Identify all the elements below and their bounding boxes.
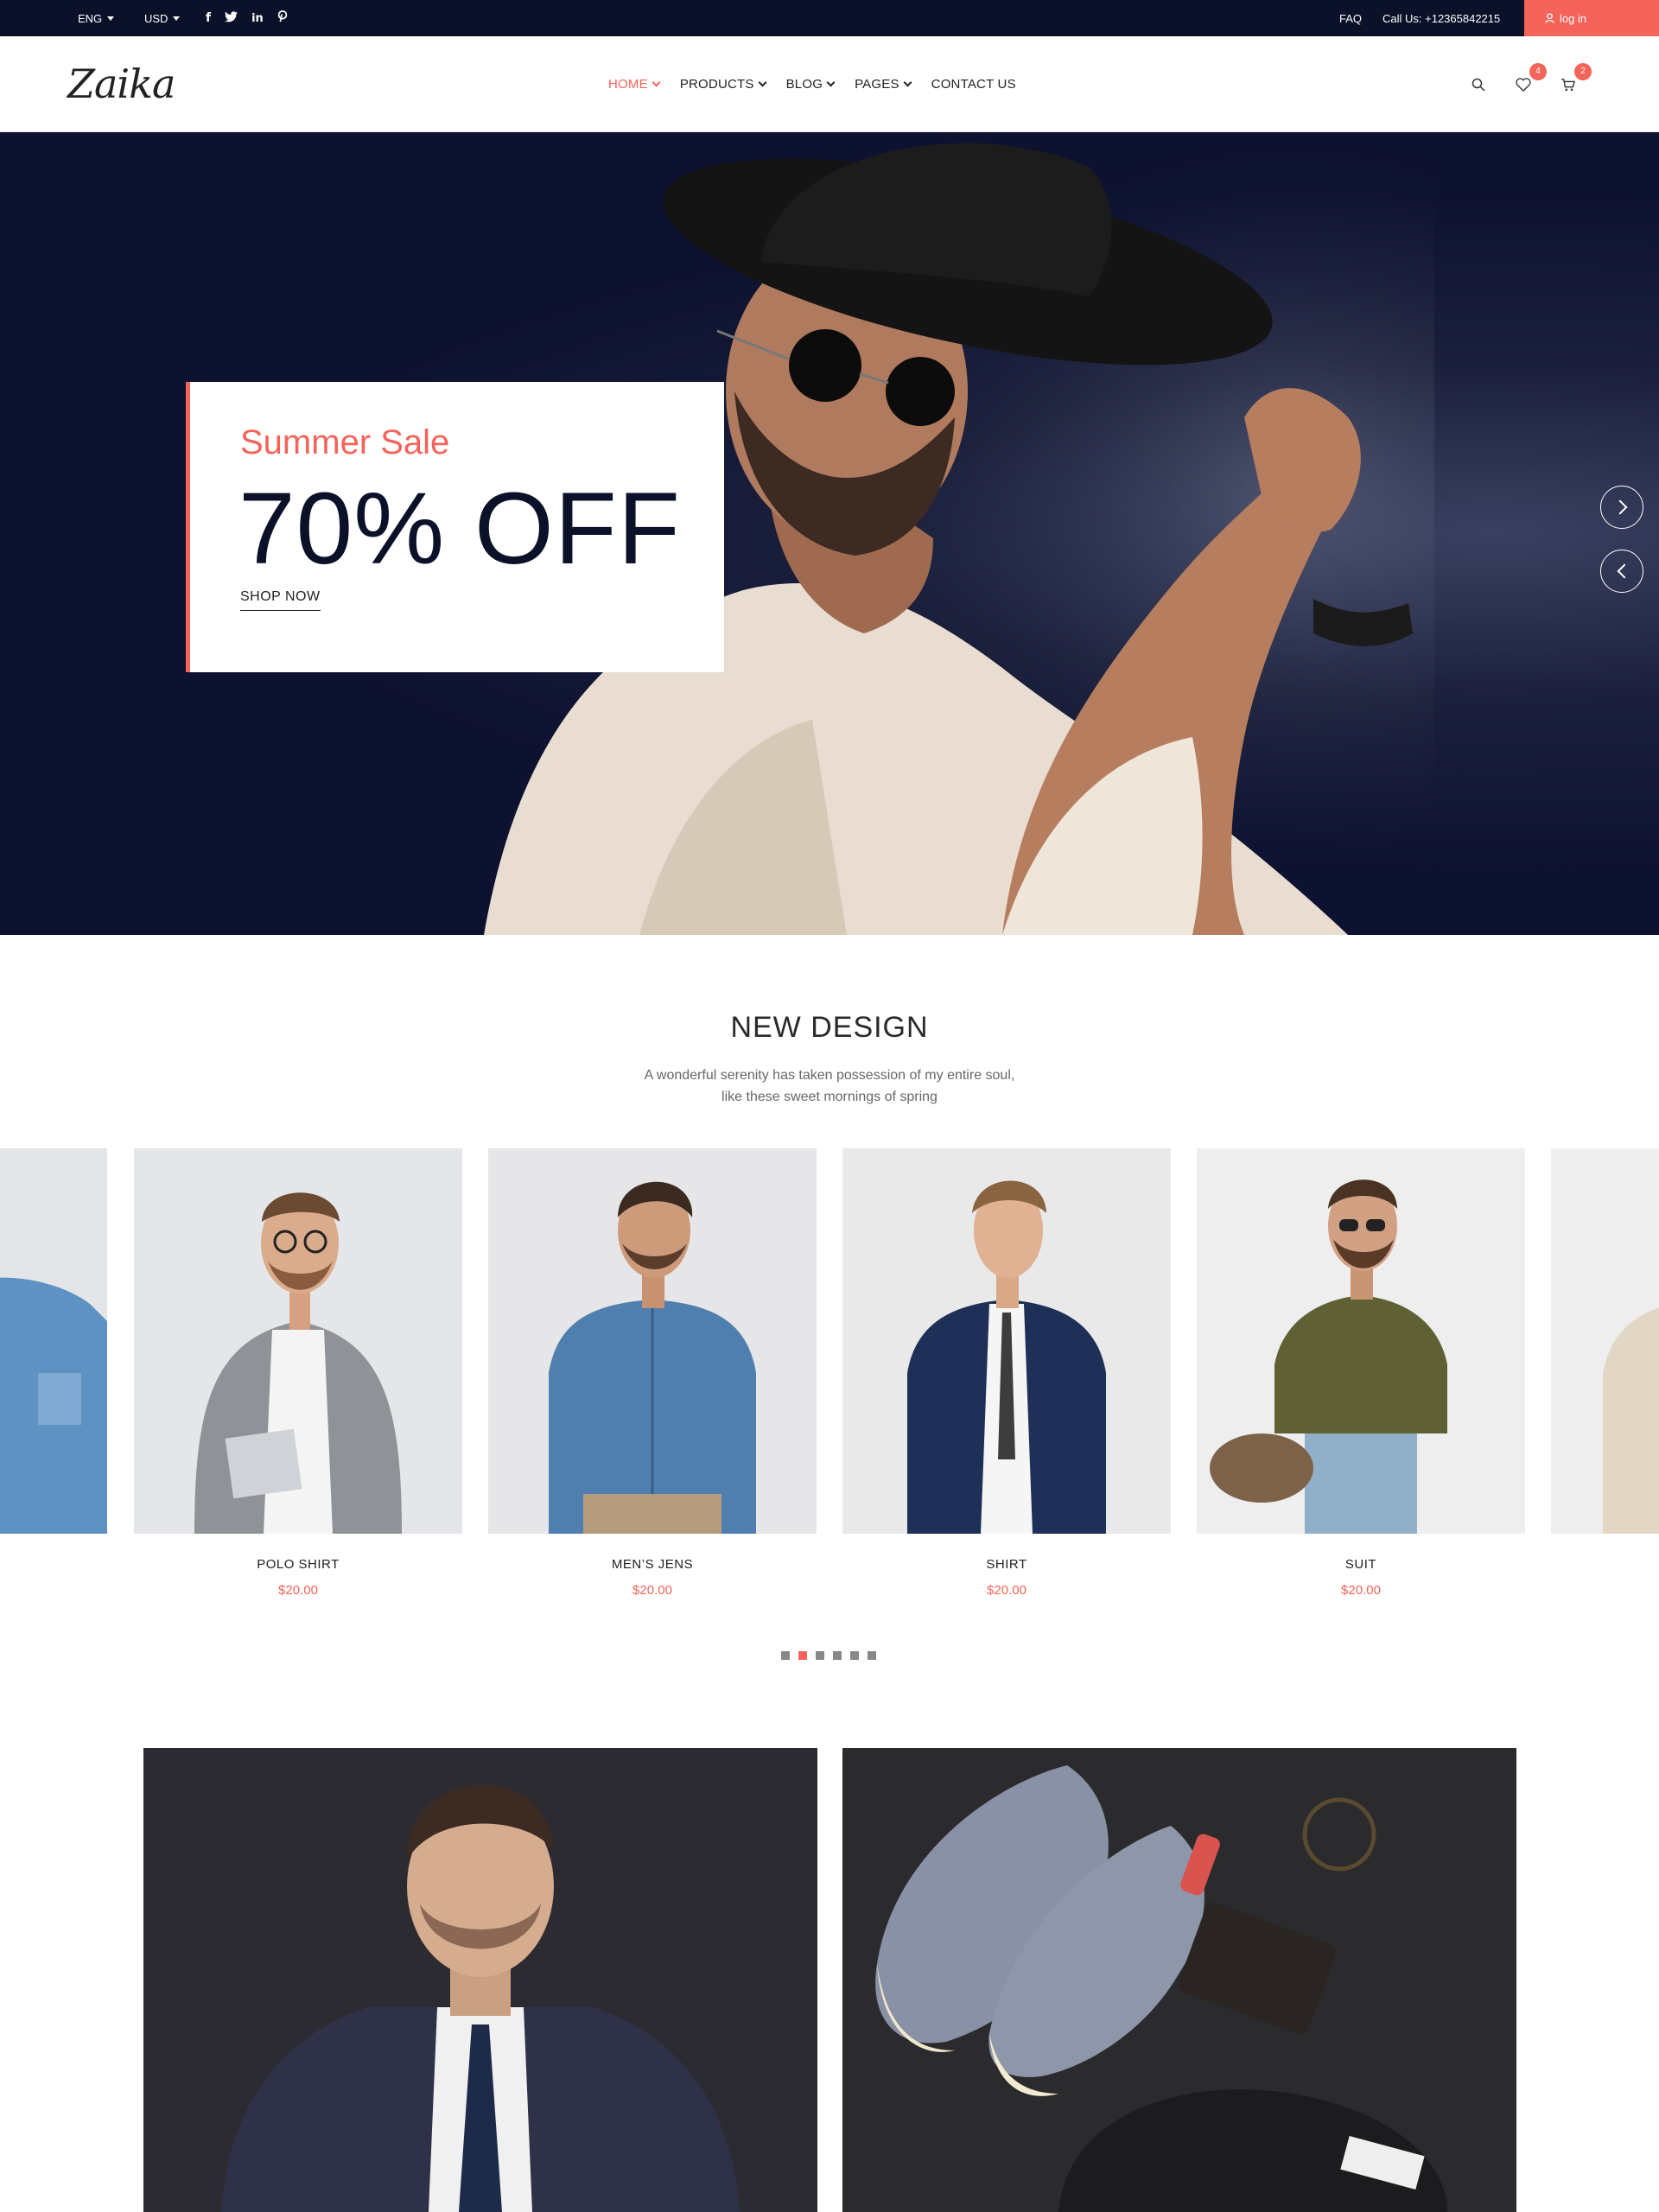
caret-down-icon bbox=[173, 16, 181, 21]
product-price: $20.00 bbox=[278, 1583, 318, 1598]
product-carousel: POLO SHIRT $20.00 MEN’S JENS $20.00 SHIR… bbox=[0, 1148, 1659, 1632]
product-price: $20.00 bbox=[632, 1583, 672, 1598]
cart-icon[interactable]: 2 bbox=[1555, 62, 1592, 98]
product-card-partial[interactable] bbox=[0, 1148, 107, 1534]
product-name[interactable]: MEN’S JENS bbox=[488, 1557, 817, 1572]
chevron-down-icon bbox=[826, 78, 836, 87]
nav-item-home[interactable]: HOME bbox=[608, 77, 661, 92]
nav-item-products[interactable]: PRODUCTS bbox=[679, 77, 767, 92]
chevron-down-icon bbox=[758, 78, 767, 87]
faq-link[interactable]: FAQ bbox=[1339, 0, 1362, 36]
call-us-text: Call Us: +12365842215 bbox=[1382, 0, 1500, 36]
product-image bbox=[0, 1148, 107, 1534]
hero-subtitle: Summer Sale bbox=[240, 423, 450, 461]
product-image bbox=[842, 1148, 1171, 1534]
facebook-icon[interactable]: f bbox=[206, 11, 211, 25]
social-links: f in bbox=[206, 0, 288, 36]
site-header: Zaika HOME PRODUCTS BLOG PAGES CONTACT U… bbox=[0, 36, 1659, 132]
logo[interactable]: Zaika bbox=[67, 60, 175, 107]
banner-shoes-image bbox=[875, 1765, 1447, 2212]
product-price: $20.00 bbox=[1341, 1583, 1381, 1598]
product-name[interactable]: SHIRT bbox=[842, 1557, 1171, 1572]
pagination-dot[interactable] bbox=[781, 1651, 790, 1660]
slider-prev-button[interactable] bbox=[1600, 550, 1643, 593]
chevron-left-icon bbox=[1617, 563, 1631, 579]
section-description-line: like these sweet mornings of spring bbox=[721, 1090, 938, 1104]
hero-slider: Summer Sale 70% OFF SHOP NOW bbox=[0, 132, 1659, 935]
shop-now-link[interactable]: SHOP NOW bbox=[240, 589, 321, 611]
chevron-down-icon bbox=[652, 78, 661, 87]
product-card-partial[interactable] bbox=[1551, 1148, 1659, 1534]
product-image bbox=[488, 1148, 817, 1534]
nav-label: PAGES bbox=[855, 77, 899, 92]
language-label: ENG bbox=[78, 11, 103, 25]
section-description-line: A wonderful serenity has taken possessio… bbox=[644, 1068, 1015, 1083]
product-price: $20.00 bbox=[987, 1583, 1027, 1598]
top-bar: ENG USD f in FAQ Call Us: +12365842215 l… bbox=[0, 0, 1659, 36]
cart-count-badge: 2 bbox=[1574, 62, 1592, 80]
chevron-down-icon bbox=[903, 78, 912, 87]
search-icon[interactable] bbox=[1465, 72, 1491, 98]
faq-label: FAQ bbox=[1339, 11, 1363, 25]
banner-shoes[interactable] bbox=[842, 1748, 1516, 2212]
call-us-label: Call Us: +12365842215 bbox=[1382, 11, 1501, 25]
hero-promo-box: Summer Sale 70% OFF SHOP NOW bbox=[186, 382, 724, 672]
linkedin-icon[interactable]: in bbox=[251, 12, 264, 25]
product-name[interactable]: SUIT bbox=[1197, 1557, 1525, 1572]
header-icons: 4 2 bbox=[1465, 36, 1592, 132]
chevron-right-icon bbox=[1612, 499, 1627, 515]
carousel-pagination bbox=[781, 1651, 876, 1660]
product-image bbox=[1197, 1148, 1525, 1534]
pagination-dot[interactable] bbox=[816, 1651, 824, 1660]
product-name[interactable]: POLO SHIRT bbox=[134, 1557, 462, 1572]
nav-label: PRODUCTS bbox=[679, 77, 754, 92]
nav-item-contact-us[interactable]: CONTACT US bbox=[931, 77, 1016, 92]
product-card[interactable]: POLO SHIRT $20.00 bbox=[134, 1148, 462, 1598]
banner-suit-image bbox=[221, 1784, 740, 2212]
nav-label: BLOG bbox=[785, 77, 823, 92]
nav-item-blog[interactable]: BLOG bbox=[785, 77, 836, 92]
currency-selector[interactable]: USD bbox=[144, 0, 181, 36]
slider-next-button[interactable] bbox=[1600, 486, 1643, 529]
nav-item-pages[interactable]: PAGES bbox=[855, 77, 912, 92]
user-icon bbox=[1545, 13, 1554, 23]
product-image bbox=[134, 1148, 462, 1534]
product-card[interactable]: SHIRT $20.00 bbox=[842, 1148, 1171, 1598]
wishlist-count-badge: 4 bbox=[1529, 62, 1547, 80]
language-selector[interactable]: ENG bbox=[78, 0, 115, 36]
pagination-dot-active[interactable] bbox=[798, 1651, 807, 1660]
wishlist-icon[interactable]: 4 bbox=[1510, 62, 1547, 98]
twitter-icon[interactable] bbox=[225, 10, 238, 26]
section-title: NEW DESIGN bbox=[730, 1011, 929, 1044]
pagination-dot[interactable] bbox=[868, 1651, 876, 1660]
product-card[interactable]: MEN’S JENS $20.00 bbox=[488, 1148, 817, 1598]
section-description: A wonderful serenity has taken possessio… bbox=[0, 1065, 1659, 1108]
product-card[interactable]: SUIT $20.00 bbox=[1197, 1148, 1525, 1598]
login-button[interactable]: log in bbox=[1524, 0, 1659, 36]
pagination-dot[interactable] bbox=[850, 1651, 859, 1660]
product-image bbox=[1551, 1148, 1659, 1534]
banner-suit[interactable] bbox=[143, 1748, 817, 2212]
hero-title: 70% OFF bbox=[238, 472, 681, 586]
pagination-dot[interactable] bbox=[833, 1651, 842, 1660]
nav-label: CONTACT US bbox=[931, 77, 1016, 92]
main-nav: HOME PRODUCTS BLOG PAGES CONTACT US bbox=[608, 36, 1016, 132]
pinterest-icon[interactable] bbox=[277, 10, 288, 26]
login-label: log in bbox=[1560, 11, 1587, 25]
currency-label: USD bbox=[144, 11, 168, 25]
caret-down-icon bbox=[107, 16, 115, 21]
nav-label: HOME bbox=[608, 77, 648, 92]
